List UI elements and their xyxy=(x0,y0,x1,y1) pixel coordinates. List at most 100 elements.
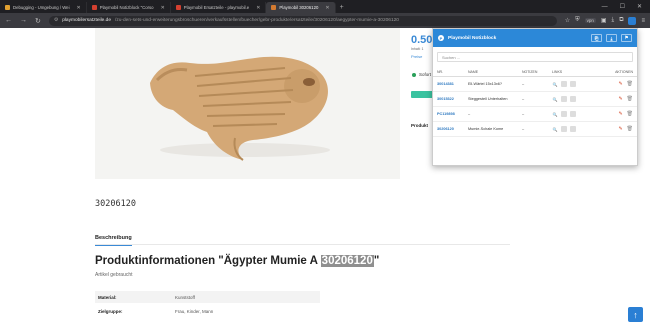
delete-icon[interactable]: 🗑 xyxy=(627,96,633,102)
edit-icon[interactable]: ✎ xyxy=(618,126,622,132)
search-icon[interactable]: 🔍 xyxy=(552,96,558,102)
content-info: Inhalt: 1 xyxy=(411,47,424,51)
browser-tab[interactable]: Debugging - Umgebung / Wei ✕ xyxy=(0,2,87,13)
col-notiz: NOTIZEN xyxy=(522,69,538,74)
import-icon[interactable]: ⤓ xyxy=(606,34,617,42)
link-icon[interactable] xyxy=(561,96,567,102)
link-icon[interactable] xyxy=(561,81,567,87)
browser-tab-active[interactable]: Playmobil 30206120 ✕ xyxy=(266,2,336,13)
flag-icon[interactable]: ⚑ xyxy=(621,34,632,42)
table-row: PC119898 – – 🔍 ✎ 🗑 xyxy=(433,107,637,122)
extensions-area: ☆ ⛨ vpn ▣ ⤓ ⧉ ≡ xyxy=(565,16,645,25)
reload-icon[interactable]: ↻ xyxy=(35,17,41,25)
row-nr[interactable]: PC119898 xyxy=(433,112,468,116)
link-icon[interactable] xyxy=(561,126,567,132)
window-close-icon[interactable]: ✕ xyxy=(637,3,642,10)
row-nr[interactable]: 30015322 xyxy=(433,97,468,101)
col-links: LINKS xyxy=(552,69,563,74)
notizblock-popup: P Playmobil Notizblock ⎘ ⤓ ⚑ Suchen ... … xyxy=(432,28,638,166)
table-row: 30014381 Ell-Wärtel 15x13x6? – 🔍 ✎ 🗑 xyxy=(433,77,637,92)
close-icon[interactable]: ✕ xyxy=(73,5,81,11)
table-row: 30206120 Mumie-Schale Kome – 🔍 ✎ 🗑 xyxy=(433,122,637,137)
product-condition: Artikel gebraucht xyxy=(95,272,133,278)
stock-status-icon xyxy=(412,73,416,77)
url-path: /zu-den-sets-und-erweiterungsbroschueren… xyxy=(114,18,399,23)
edit-icon[interactable]: ✎ xyxy=(618,111,622,117)
forward-icon[interactable]: → xyxy=(20,17,27,24)
url-host: playmobilersatzteile.de xyxy=(62,18,111,23)
edit-icon[interactable]: ✎ xyxy=(618,96,622,102)
spec-row: Zielgruppe: Frau, Kinder, Mann xyxy=(95,305,320,317)
product-price: 0.50 xyxy=(411,34,433,46)
col-nr: NR. xyxy=(437,69,444,74)
spec-key: Zielgruppe: xyxy=(98,308,123,314)
link-icon[interactable] xyxy=(570,96,576,102)
close-icon[interactable]: ✕ xyxy=(157,5,165,11)
heading-text: Produktinformationen "Ägypter Mumie A xyxy=(95,255,321,267)
row-nr[interactable]: 30014381 xyxy=(433,82,468,86)
divider xyxy=(95,244,510,245)
tab-label: Debugging - Umgebung / Wei xyxy=(13,5,70,10)
new-tab-icon[interactable]: + xyxy=(336,2,344,13)
maximize-icon[interactable]: ☐ xyxy=(620,3,625,10)
col-name: NAME xyxy=(468,69,479,74)
browser-tab[interactable]: Playmobil Notizblock "Corso ✕ xyxy=(87,2,171,13)
site-info-icon[interactable]: ⚙ xyxy=(54,18,58,23)
product-info-heading: Produktinformationen "Ägypter Mumie A 30… xyxy=(95,255,379,267)
delete-icon[interactable]: 🗑 xyxy=(627,81,633,87)
bookmark-icon[interactable]: ☆ xyxy=(565,17,570,24)
link-icon[interactable] xyxy=(561,111,567,117)
tab-favicon-icon xyxy=(5,5,10,10)
row-notiz: – xyxy=(522,82,525,86)
delete-icon[interactable]: 🗑 xyxy=(627,111,633,117)
extensions-icon[interactable]: ⧉ xyxy=(619,17,623,24)
col-aktionen: AKTIONEN xyxy=(615,69,633,74)
edit-icon[interactable]: ✎ xyxy=(618,81,622,87)
playmobil-logo-icon: P xyxy=(438,35,444,41)
menu-icon[interactable]: ≡ xyxy=(641,18,645,24)
close-icon[interactable]: ✕ xyxy=(252,5,260,11)
download-icon[interactable]: ⤓ xyxy=(612,17,615,24)
search-icon[interactable]: 🔍 xyxy=(552,111,558,117)
popup-header: P Playmobil Notizblock ⎘ ⤓ ⚑ xyxy=(433,29,637,47)
scroll-to-top-button[interactable]: ↑ xyxy=(628,307,643,322)
link-icon[interactable] xyxy=(570,81,576,87)
tab-favicon-icon xyxy=(175,5,181,10)
shield-icon[interactable]: ⛨ xyxy=(575,17,580,24)
row-name: Ell-Wärtel 15x13x6? xyxy=(468,82,502,86)
close-icon[interactable]: ✕ xyxy=(321,5,329,11)
tab-label: Playmobil 30206120 xyxy=(279,5,319,10)
row-notiz: – xyxy=(522,97,525,101)
row-notiz: – xyxy=(522,127,525,131)
search-input[interactable]: Suchen ... xyxy=(437,52,633,62)
heading-highlight: 30206120 xyxy=(320,255,374,267)
browser-tab[interactable]: Playmobil Ersatzteile - playmobil.e ✕ xyxy=(171,2,267,13)
tab-favicon-icon xyxy=(271,5,277,10)
export-icon[interactable]: ⎘ xyxy=(591,34,602,42)
row-nr[interactable]: 30206120 xyxy=(433,127,468,131)
search-icon[interactable]: 🔍 xyxy=(552,81,558,87)
back-icon[interactable]: ← xyxy=(5,17,12,24)
window-controls: — ☐ ✕ xyxy=(602,0,650,13)
product-image[interactable] xyxy=(95,28,400,179)
link-icon[interactable] xyxy=(570,111,576,117)
row-notiz: – xyxy=(522,112,525,116)
spec-value: Kunststoff xyxy=(175,294,195,300)
link-icon[interactable] xyxy=(570,126,576,132)
table-header: NR. NAME NOTIZEN LINKS AKTIONEN xyxy=(433,67,637,77)
side-heading: Produkt xyxy=(411,123,429,128)
minimize-icon[interactable]: — xyxy=(602,4,608,10)
wallet-icon[interactable]: ▣ xyxy=(601,17,607,24)
vpn-icon[interactable]: vpn xyxy=(584,18,596,23)
add-to-cart-button[interactable] xyxy=(411,91,433,98)
table-row: 30015322 Steggestell Unterhalten – 🔍 ✎ 🗑 xyxy=(433,92,637,107)
product-number: 30206120 xyxy=(95,199,136,209)
tab-label: Playmobil Notizblock "Corso xyxy=(99,5,154,10)
url-field[interactable]: ⚙ playmobilersatzteile.de /zu-den-sets-u… xyxy=(48,15,557,26)
notizblock-extension-icon[interactable] xyxy=(628,16,637,25)
row-name: Mumie-Schale Kome xyxy=(468,127,504,131)
search-icon[interactable]: 🔍 xyxy=(552,126,558,132)
row-name: Steggestell Unterhalten xyxy=(468,97,508,101)
delete-icon[interactable]: 🗑 xyxy=(627,126,633,132)
price-link[interactable]: Preise xyxy=(411,54,422,59)
